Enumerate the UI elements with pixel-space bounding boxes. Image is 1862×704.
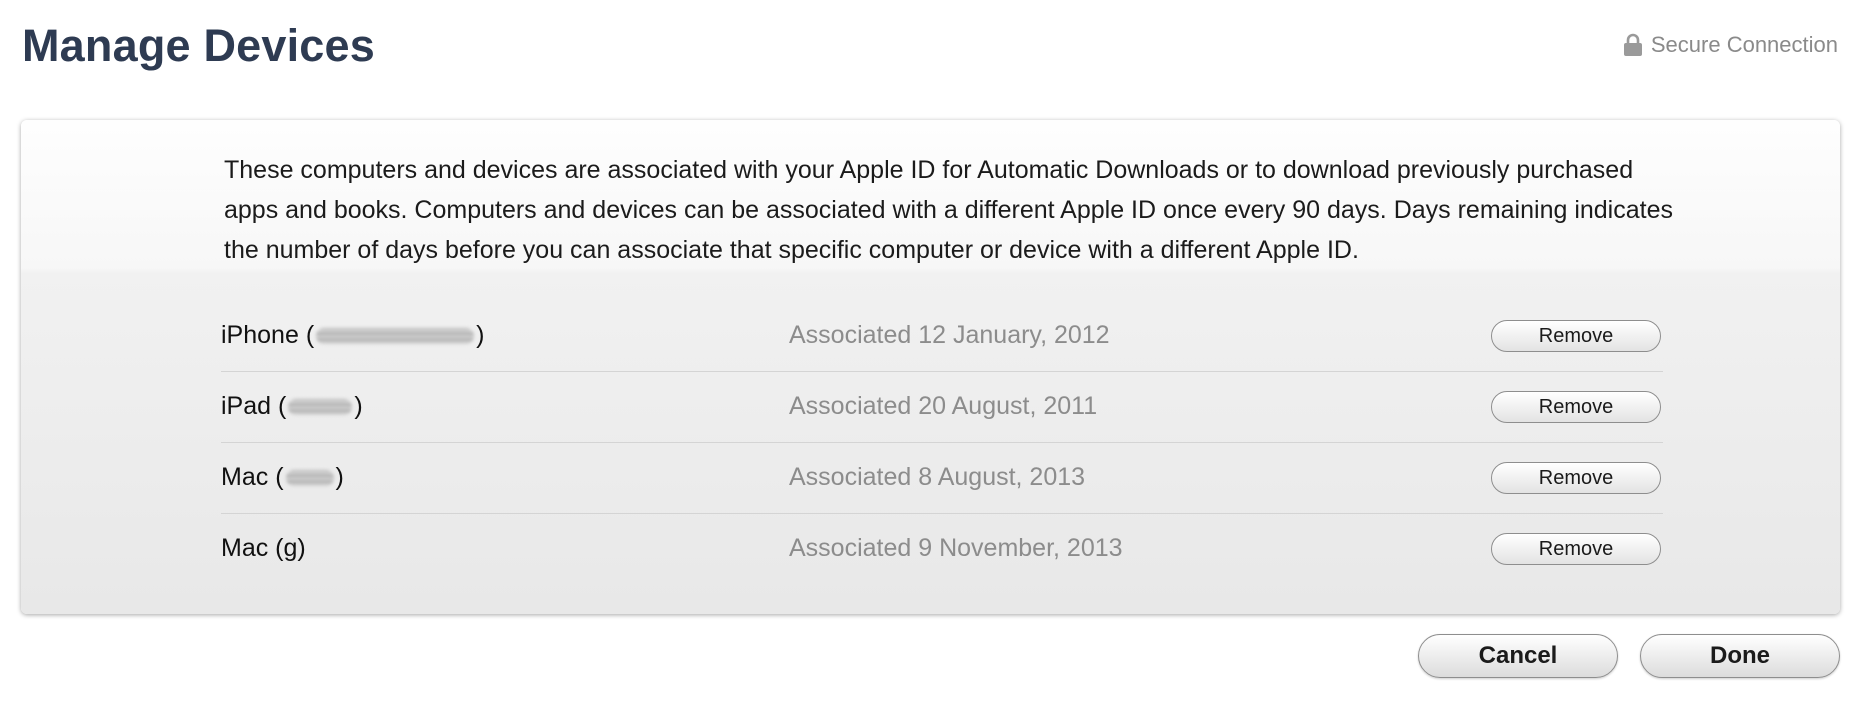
remove-button-mac-g[interactable]: Remove (1491, 533, 1661, 565)
redacted-identifier (316, 327, 475, 344)
device-associated-date: Associated 12 January, 2012 (789, 321, 1110, 349)
device-name: iPad () (221, 392, 363, 420)
device-associated-date: Associated 20 August, 2011 (789, 392, 1098, 420)
device-row-mac-g: Mac (g) Associated 9 November, 2013 Remo… (221, 514, 1663, 584)
remove-button-ipad[interactable]: Remove (1491, 391, 1661, 423)
lock-icon (1623, 33, 1642, 56)
done-button[interactable]: Done (1640, 634, 1840, 678)
device-row-ipad: iPad () Associated 20 August, 2011 Remov… (221, 372, 1663, 443)
device-list: iPhone () Associated 12 January, 2012 Re… (221, 301, 1663, 584)
device-name: iPhone () (221, 321, 485, 349)
device-associated-date: Associated 9 November, 2013 (789, 534, 1123, 562)
devices-panel: These computers and devices are associat… (21, 120, 1840, 614)
device-associated-date: Associated 8 August, 2013 (789, 463, 1086, 491)
redacted-identifier (285, 469, 334, 486)
intro-text: These computers and devices are associat… (224, 156, 1673, 264)
redacted-identifier (288, 398, 353, 415)
remove-button-mac[interactable]: Remove (1491, 462, 1661, 494)
secure-connection: Secure Connection (1623, 32, 1838, 58)
page-title: Manage Devices (22, 20, 375, 71)
device-row-iphone: iPhone () Associated 12 January, 2012 Re… (221, 301, 1663, 372)
remove-button-iphone[interactable]: Remove (1491, 320, 1661, 352)
device-name: Mac (g) (221, 534, 306, 562)
device-name: Mac () (221, 463, 344, 491)
cancel-button[interactable]: Cancel (1418, 634, 1618, 678)
secure-connection-label: Secure Connection (1650, 32, 1838, 57)
device-row-mac: Mac () Associated 8 August, 2013 Remove (221, 443, 1663, 514)
